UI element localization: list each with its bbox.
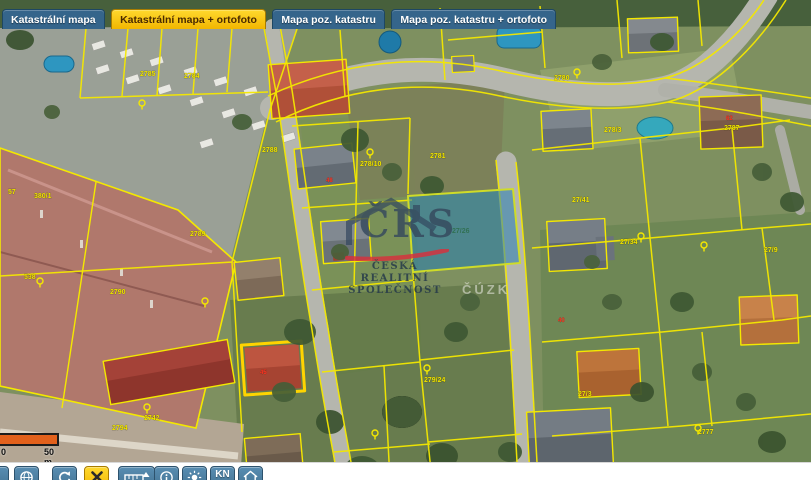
map-type-tabs: Katastrální mapa Katastrální mapa + orto… — [2, 9, 558, 29]
kn-button[interactable]: KN — [210, 466, 235, 480]
info-icon — [159, 470, 174, 480]
kn-icon: KN — [215, 470, 229, 480]
svg-text:380/1: 380/1 — [34, 193, 52, 200]
svg-text:538: 538 — [24, 274, 36, 281]
svg-text:2784: 2784 — [184, 73, 200, 80]
partial-button[interactable] — [0, 466, 9, 480]
close-icon — [90, 470, 104, 480]
svg-text:27/34: 27/34 — [620, 239, 638, 246]
close-button[interactable] — [84, 466, 109, 480]
selected-parcel-label: 27/26 — [452, 228, 470, 235]
globe-icon — [19, 470, 34, 480]
svg-text:2790: 2790 — [110, 289, 126, 296]
svg-text:27/41: 27/41 — [572, 197, 590, 204]
svg-text:2785: 2785 — [140, 71, 156, 78]
svg-text:62: 62 — [726, 116, 733, 122]
svg-text:45: 45 — [260, 370, 267, 376]
info-button[interactable] — [154, 466, 179, 480]
cadastral-map-viewer: 27/26 ČÚZK 2785 2784 2788 2789 278/10 2781 278… — [0, 0, 811, 480]
tab-mapa-poz-katastru-ortofoto[interactable]: Mapa poz. katastru + ortofoto — [391, 9, 556, 29]
map-canvas[interactable]: 27/26 ČÚZK 2785 2784 2788 2789 278/10 2781 278… — [0, 0, 811, 480]
tab-katastralni-mapa[interactable]: Katastrální mapa — [2, 9, 105, 29]
svg-text:279/24: 279/24 — [424, 377, 446, 384]
svg-text:2789: 2789 — [190, 231, 206, 238]
svg-text:2794: 2794 — [112, 425, 128, 432]
svg-text:278/3: 278/3 — [604, 127, 622, 134]
refresh-button[interactable] — [52, 466, 77, 480]
home-button[interactable] — [238, 466, 263, 480]
svg-text:57: 57 — [8, 189, 16, 196]
svg-text:2788: 2788 — [262, 147, 278, 154]
tab-mapa-poz-katastru[interactable]: Mapa poz. katastru — [272, 9, 385, 29]
measure-icon — [124, 470, 150, 480]
home-icon — [243, 470, 258, 480]
globe-button[interactable] — [14, 466, 39, 480]
tab-katastralni-mapa-ortofoto[interactable]: Katastrální mapa + ortofoto — [111, 9, 266, 29]
brightness-icon — [187, 470, 202, 480]
svg-text:27/9: 27/9 — [764, 247, 778, 254]
bottom-toolbar: KN — [0, 462, 811, 480]
svg-text:40: 40 — [558, 318, 565, 324]
svg-text:27/3: 27/3 — [578, 391, 592, 398]
svg-text:278/10: 278/10 — [360, 161, 382, 168]
svg-text:2780: 2780 — [554, 75, 570, 82]
cuzk-watermark: ČÚZK — [462, 282, 510, 297]
measure-button[interactable] — [118, 466, 155, 480]
refresh-icon — [57, 470, 72, 480]
svg-text:2742: 2742 — [144, 415, 160, 422]
svg-text:2781: 2781 — [430, 153, 446, 160]
svg-text:2787: 2787 — [724, 125, 740, 132]
svg-text:48: 48 — [326, 178, 333, 184]
brightness-button[interactable] — [182, 466, 207, 480]
